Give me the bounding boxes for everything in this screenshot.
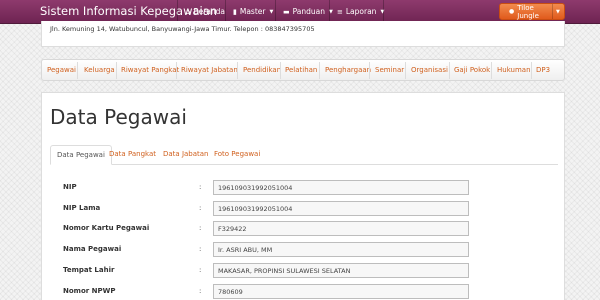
field-colon: : [199,183,202,191]
tempat-lahir-field[interactable] [213,263,469,278]
field-label: Nomor Kartu Pegawai [63,224,150,232]
field-colon: : [199,287,202,295]
header-address-panel: Jln. Kemuning 14, Watubuncul, Banyuwangi… [41,21,565,47]
menu-item-dp3[interactable]: DP3 [536,60,550,81]
form-row-nip: NIP : [42,180,566,196]
menu-divider [116,62,117,79]
menu-item-penghargaan[interactable]: Penghargaan [325,60,371,81]
nama-pegawai-field[interactable] [213,242,469,257]
field-label: Nama Pegawai [63,245,122,253]
user-icon: ● [509,8,515,15]
field-label: Tempat Lahir [63,266,115,274]
menu-item-pegawai[interactable]: Pegawai [47,60,76,81]
menu-divider [176,62,177,79]
page-title: Data Pegawai [50,105,187,129]
menu-divider [449,62,450,79]
menu-item-gaji-pokok[interactable]: Gaji Pokok [454,60,490,81]
nip-field[interactable] [213,180,469,195]
form-row-nip-lama: NIP Lama : [42,201,566,217]
address-text: Jln. Kemuning 14, Watubuncul, Banyuwangi… [50,25,315,33]
form-row-tempat-lahir: Tempat Lahir : [42,263,566,279]
menu-item-riwayat-jabatan[interactable]: Riwayat Jabatan [181,60,238,81]
menu-divider [237,62,238,79]
module-menu-bar: Pegawai Keluarga Riwayat Pangkat Riwayat… [41,59,565,81]
menu-divider [405,62,406,79]
menu-divider [531,62,532,79]
menu-divider [319,62,320,79]
menu-item-keluarga[interactable]: Keluarga [84,60,115,81]
user-menu-button[interactable]: ● Tiloe Jungle ▼ [499,3,565,20]
menu-item-pelatihan[interactable]: Pelatihan [285,60,317,81]
field-label: NIP [63,183,77,191]
tab-data-pegawai[interactable]: Data Pegawai [50,145,112,165]
menu-item-organisasi[interactable]: Organisasi [411,60,448,81]
tab-foto-pegawai[interactable]: Foto Pegawai [214,145,260,165]
menu-item-seminar[interactable]: Seminar [375,60,404,81]
menu-divider [77,62,78,79]
menu-divider [369,62,370,79]
menu-item-riwayat-pangkat[interactable]: Riwayat Pangkat [121,60,179,81]
button-split [552,4,553,19]
nomor-npwp-field[interactable] [213,284,469,299]
field-colon: : [199,245,202,253]
menu-item-hukuman[interactable]: Hukuman [497,60,531,81]
field-colon: : [199,266,202,274]
user-name: Tiloe Jungle [517,3,539,20]
nip-lama-field[interactable] [213,201,469,216]
menu-item-pendidikan[interactable]: Pendidikan [243,60,281,81]
caret-down-icon[interactable]: ▼ [556,9,560,15]
field-label: NIP Lama [63,204,101,212]
form-row-nama-pegawai: Nama Pegawai : [42,242,566,258]
field-colon: : [199,204,202,212]
form-row-nomor-kartu-pegawai: Nomor Kartu Pegawai : [42,221,566,237]
tab-data-jabatan[interactable]: Data Jabatan [163,145,209,165]
nomor-kartu-pegawai-field[interactable] [213,221,469,236]
menu-divider [491,62,492,79]
main-content-panel: Data Pegawai Data Pegawai Data Pangkat D… [41,92,565,300]
menu-divider [280,62,281,79]
field-label: Nomor NPWP [63,287,116,295]
form-row-nomor-npwp: Nomor NPWP : [42,284,566,300]
field-colon: : [199,224,202,232]
tab-data-pangkat[interactable]: Data Pangkat [109,145,156,165]
